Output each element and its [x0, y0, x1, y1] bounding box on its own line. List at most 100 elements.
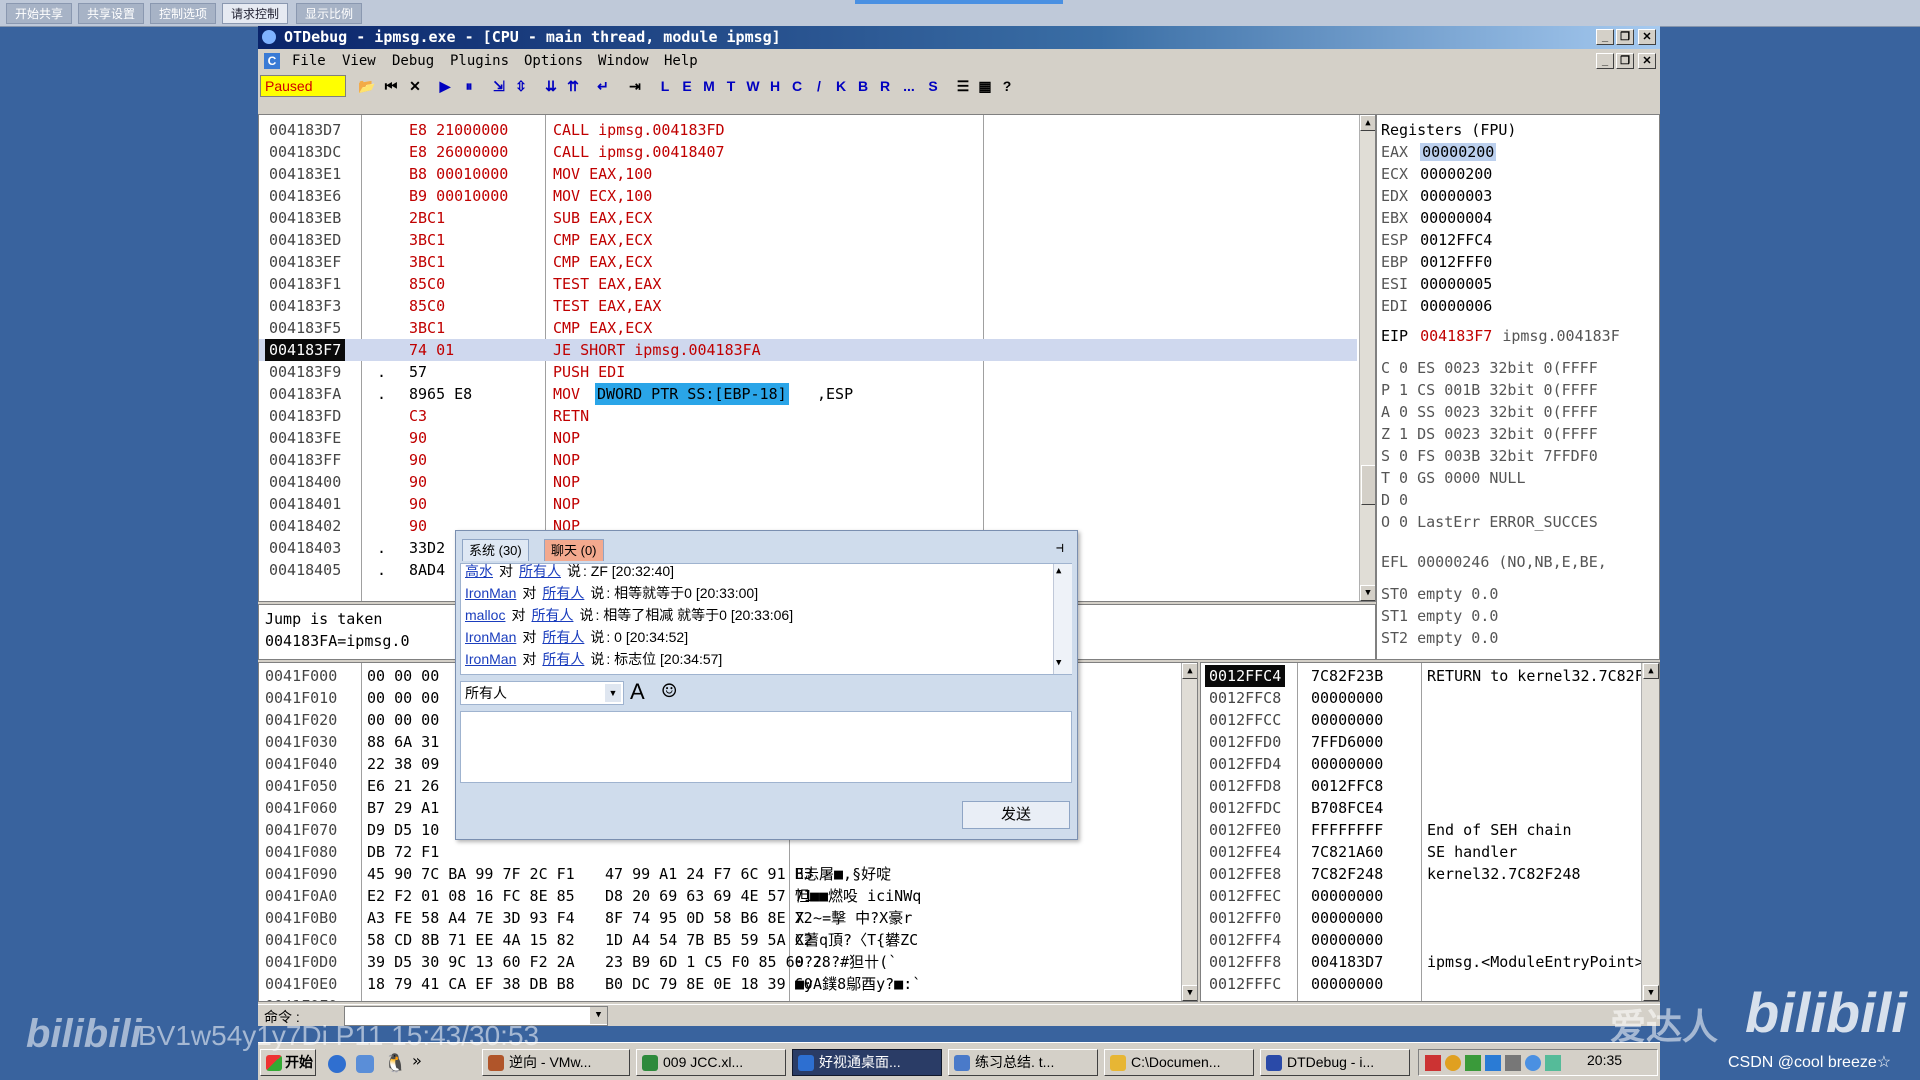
handles-window-button[interactable]: H: [764, 76, 786, 96]
sender-link[interactable]: 高水: [465, 563, 493, 579]
menu-view[interactable]: View: [342, 50, 376, 72]
recipient-link[interactable]: 所有人: [542, 651, 584, 667]
mdi-close-icon[interactable]: ✕: [1638, 53, 1656, 69]
network-icon[interactable]: [1525, 1055, 1541, 1071]
references-button[interactable]: R: [874, 76, 896, 96]
stack-row[interactable]: 0012FFD0 7FFD6000: [1201, 731, 1641, 753]
send-button[interactable]: 发送: [962, 801, 1070, 829]
qq-icon[interactable]: 🐧: [384, 1053, 406, 1074]
taskbar-item[interactable]: 练习总结. t...: [948, 1049, 1098, 1076]
stack-row[interactable]: 0012FFE0 FFFFFFFF End of SEH chain: [1201, 819, 1641, 841]
register-row[interactable]: EBP 0012FFF0: [1381, 251, 1492, 273]
chat-message-input[interactable]: [460, 711, 1072, 783]
call-stack-button[interactable]: K: [830, 76, 852, 96]
stack-row[interactable]: 0012FFDC B708FCE4: [1201, 797, 1641, 819]
sender-link[interactable]: IronMan: [465, 651, 516, 667]
recipient-select[interactable]: 所有人 ▼: [460, 681, 624, 705]
chat-scroll-down-icon[interactable]: ▼: [1056, 658, 1061, 668]
recipient-link[interactable]: 所有人: [542, 585, 584, 601]
disasm-row[interactable]: 004183EF 3BC1 CMP EAX,ECX: [259, 251, 1357, 273]
disasm-row[interactable]: 004183F9. 57 PUSH EDI: [259, 361, 1357, 383]
tab-chat[interactable]: 聊天 (0): [544, 539, 604, 561]
volume-icon[interactable]: [1505, 1055, 1521, 1071]
modules-window-button[interactable]: E: [676, 76, 698, 96]
tab-system[interactable]: 系统 (30): [462, 539, 529, 561]
stack-row[interactable]: 0012FFC8 00000000: [1201, 687, 1641, 709]
stack-row[interactable]: 0012FFEC 00000000: [1201, 885, 1641, 907]
stack-row[interactable]: 0012FFF8 004183D7 ipmsg.<ModuleEntryPoint>: [1201, 951, 1644, 973]
memory-window-button[interactable]: M: [698, 76, 720, 96]
disasm-row[interactable]: 004183F3 85C0 TEST EAX,EAX: [259, 295, 1357, 317]
disasm-row[interactable]: 004183FD C3 RETN: [259, 405, 1357, 427]
stack-scroll-up-icon[interactable]: ▲: [1643, 663, 1659, 679]
list-icon[interactable]: ☰: [952, 76, 974, 96]
trace-over-icon[interactable]: ⇈: [562, 76, 584, 96]
dump-row[interactable]: 0041F0D0 39 D5 30 9C 13 60 F2 2A 23 B9 6D …: [259, 951, 1179, 973]
stack-row[interactable]: 0012FFC4 7C82F23B RETURN to kernel32.7C82F: [1201, 665, 1644, 687]
disasm-row[interactable]: 004183FF 90 NOP: [259, 449, 1357, 471]
stack-row[interactable]: 0012FFE4 7C821A60 SE handler: [1201, 841, 1641, 863]
disasm-row[interactable]: 00418401 90 NOP: [259, 493, 1357, 515]
display-ratio-button[interactable]: 显示比例: [296, 3, 363, 24]
disasm-row[interactable]: 004183F1 85C0 TEST EAX,EAX: [259, 273, 1357, 295]
taskbar-item[interactable]: 逆向 - VMw...: [482, 1049, 630, 1076]
disasm-scrollbar[interactable]: ▲ ▼: [1359, 115, 1375, 601]
mdi-minimize-icon[interactable]: _: [1596, 53, 1614, 69]
menu-debug[interactable]: Debug: [392, 50, 434, 72]
tray-icon-2[interactable]: [1445, 1055, 1461, 1071]
control-options-button[interactable]: 控制选项: [150, 3, 217, 24]
taskbar-item[interactable]: 好视通桌面...: [792, 1049, 942, 1076]
taskbar-item[interactable]: DTDebug - i...: [1260, 1049, 1410, 1076]
dump-row[interactable]: 0041F0B0 A3 FE 58 A4 7E 3D 93 F4 8F 74 95 …: [259, 907, 1179, 929]
disasm-scroll-thumb[interactable]: [1361, 465, 1375, 505]
disasm-row[interactable]: 004183E6 B9 00010000 MOV ECX,100: [259, 185, 1357, 207]
register-row[interactable]: ESP 0012FFC4: [1381, 229, 1492, 251]
stack-pane[interactable]: 0012FFC4 7C82F23B RETURN to kernel32.7C82F…: [1200, 662, 1660, 1002]
log-window-button[interactable]: L: [654, 76, 676, 96]
menu-window[interactable]: Window: [598, 50, 649, 72]
step-into-icon[interactable]: ⇲: [488, 76, 510, 96]
stack-row[interactable]: 0012FFF4 00000000: [1201, 929, 1641, 951]
refresh-icon[interactable]: [356, 1055, 374, 1073]
cpu-window-icon[interactable]: C: [264, 53, 280, 69]
disasm-row[interactable]: 004183DC E8 26000000 CALL ipmsg.00418407: [259, 141, 1357, 163]
menu-file[interactable]: File: [292, 50, 326, 72]
dump-scroll-up-icon[interactable]: ▲: [1182, 663, 1197, 679]
restart-icon[interactable]: ⏮: [380, 76, 402, 96]
dump-row[interactable]: 0041F0F0: [259, 995, 1179, 1001]
recipient-link[interactable]: 所有人: [519, 563, 561, 579]
chat-scrollbar[interactable]: ▲ ▼: [1053, 564, 1072, 674]
register-row[interactable]: ECX 00000200: [1381, 163, 1492, 185]
patches-window-button[interactable]: /: [808, 76, 830, 96]
stack-row[interactable]: 0012FFCC 00000000: [1201, 709, 1641, 731]
tray-icon-4[interactable]: [1485, 1055, 1501, 1071]
breakpoints-button[interactable]: B: [852, 76, 874, 96]
windows-window-button[interactable]: W: [742, 76, 764, 96]
disasm-row[interactable]: 004183D7 E8 21000000 CALL ipmsg.004183FD: [259, 119, 1357, 141]
pin-icon[interactable]: ⊣: [1056, 541, 1064, 556]
register-row[interactable]: EAX 00000200: [1381, 141, 1497, 163]
step-over-icon[interactable]: ⇳: [510, 76, 532, 96]
scroll-up-icon[interactable]: ▲: [1360, 115, 1375, 131]
disassembly-pane[interactable]: 004183D7 E8 21000000 CALL ipmsg.004183FD 00…: [258, 114, 1376, 602]
eip-row[interactable]: EIP 004183F7 ipmsg.004183F: [1381, 325, 1620, 347]
dump-row[interactable]: 0041F0E0 18 79 41 CA EF 38 DB B8 B0 DC 79 …: [259, 973, 1179, 995]
restore-icon[interactable]: ❐: [1616, 29, 1634, 45]
minimize-icon[interactable]: _: [1596, 29, 1614, 45]
stack-row[interactable]: 0012FFF0 00000000: [1201, 907, 1641, 929]
taskbar-item[interactable]: 009 JCC.xl...: [636, 1049, 786, 1076]
disasm-row[interactable]: 004183F7 74 01 JE SHORT ipmsg.004183FA: [259, 339, 1357, 361]
stack-row[interactable]: 0012FFFC 00000000: [1201, 973, 1641, 995]
disasm-row[interactable]: 00418400 90 NOP: [259, 471, 1357, 493]
dump-row[interactable]: 0041F0C0 58 CD 8B 71 EE 4A 15 82 1D A4 54 …: [259, 929, 1179, 951]
run-trace-button[interactable]: ...: [898, 76, 920, 96]
disasm-row[interactable]: 004183FA. 8965 E8 MOV DWORD PTR SS:[EBP-18]…: [259, 383, 1357, 405]
start-share-button[interactable]: 开始共享: [6, 3, 73, 24]
tray-icon-1[interactable]: [1425, 1055, 1441, 1071]
chat-scroll-up-icon[interactable]: ▲: [1056, 566, 1061, 576]
stack-scrollbar[interactable]: ▲ ▼: [1641, 663, 1659, 1001]
sender-link[interactable]: IronMan: [465, 629, 516, 645]
dump-scrollbar[interactable]: ▲ ▼: [1181, 663, 1197, 1001]
font-button[interactable]: A: [630, 679, 645, 705]
tray-icon-5[interactable]: [1545, 1055, 1561, 1071]
